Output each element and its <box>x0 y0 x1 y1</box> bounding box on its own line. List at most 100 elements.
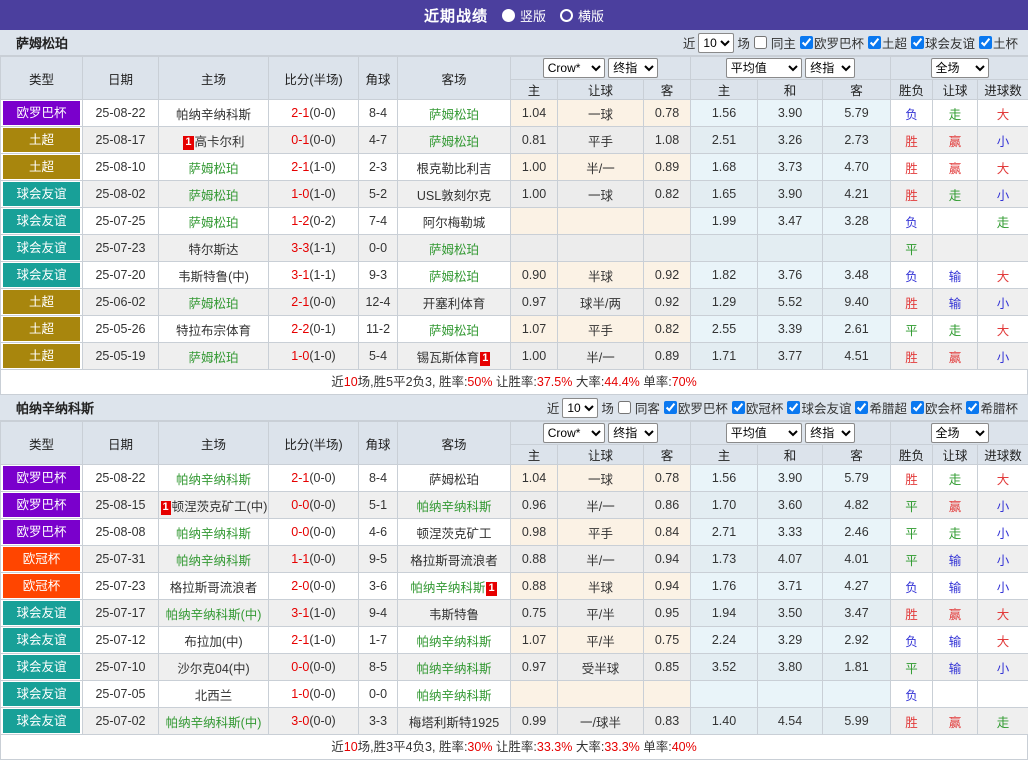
league-badge: 球会友谊 <box>3 209 80 233</box>
score-cell: 1-2(0-2) <box>269 208 359 235</box>
average-select[interactable]: 平均值 <box>726 423 802 443</box>
league-filter-label: 欧罗巴杯 <box>814 33 864 52</box>
odds-company-select[interactable]: Crow* <box>543 423 605 443</box>
radio-unselected-icon[interactable] <box>560 9 573 22</box>
match-row: 球会友谊25-07-20韦斯特鲁(中)3-1(1-1)9-3萨姆松珀0.90半球… <box>1 262 1028 289</box>
result-goals-cell: 走 <box>978 208 1028 235</box>
final-score: 1-2 <box>291 214 309 228</box>
summary: 近10场,胜3平4负3, 胜率:30% 让胜率:33.3% 大率:33.3% 单… <box>0 735 1028 760</box>
result-winloss-cell: 负 <box>891 208 933 235</box>
league-filter[interactable]: 希腊杯 <box>965 398 1018 417</box>
radio-selected-icon[interactable] <box>502 9 515 22</box>
red-card-badge: 1 <box>183 136 193 150</box>
date-cell: 25-07-20 <box>83 262 159 289</box>
view-option-label: 竖版 <box>520 6 546 25</box>
col-header-type: 类型 <box>1 422 83 465</box>
average-odds-cell: 3.48 <box>823 262 891 289</box>
result-handicap-cell: 走 <box>933 181 978 208</box>
matches-body: 欧罗巴杯25-08-22帕纳辛纳科斯2-1(0-0)8-4萨姆松珀1.04一球0… <box>1 100 1028 370</box>
league-type-cell: 球会友谊 <box>1 708 83 735</box>
corner-cell: 8-4 <box>359 465 398 492</box>
league-filter[interactable]: 土超 <box>867 33 907 52</box>
league-type-cell: 土超 <box>1 289 83 316</box>
half-score: (0-0) <box>309 498 335 512</box>
team-name-text: 锡瓦斯体育 <box>417 351 480 365</box>
match-count-select[interactable]: 10 <box>698 33 734 53</box>
league-filter[interactable]: 欧罗巴杯 <box>799 33 864 52</box>
result-goals-cell <box>978 681 1028 708</box>
league-filter[interactable]: 欧会杯 <box>910 398 963 417</box>
match-row: 球会友谊25-08-02萨姆松珀1-0(1-0)5-2USL敦刻尔克1.00一球… <box>1 181 1028 208</box>
away-team-cell: 帕纳辛纳科斯 <box>398 654 511 681</box>
team-name-text: 布拉加(中) <box>184 635 242 649</box>
average-odds-cell: 3.73 <box>758 154 823 181</box>
result-winloss-cell: 平 <box>891 519 933 546</box>
view-option-horizontal[interactable]: 横版 <box>560 6 604 25</box>
league-filter[interactable]: 欧罗巴杯 <box>663 398 728 417</box>
company-odds-cell: 平/半 <box>558 600 644 627</box>
league-checkbox[interactable] <box>855 401 868 414</box>
league-badge: 土超 <box>3 317 80 341</box>
league-checkbox[interactable] <box>732 401 745 414</box>
date-cell: 25-07-05 <box>83 681 159 708</box>
result-handicap-cell: 赢 <box>933 492 978 519</box>
league-filter[interactable]: 欧冠杯 <box>731 398 784 417</box>
corner-cell: 7-4 <box>359 208 398 235</box>
scope-select[interactable]: 全场 <box>931 58 989 78</box>
score-cell: 2-1(1-0) <box>269 154 359 181</box>
match-count-select[interactable]: 10 <box>562 398 598 418</box>
league-filter[interactable]: 球会友谊 <box>786 398 851 417</box>
league-checkbox[interactable] <box>800 36 813 49</box>
league-badge: 欧冠杯 <box>3 574 80 598</box>
average-odds-cell <box>758 681 823 708</box>
average-final-select[interactable]: 终指 <box>805 423 855 443</box>
summary-stat-value: 30% <box>467 740 492 754</box>
league-filter[interactable]: 希腊超 <box>854 398 907 417</box>
average-select[interactable]: 平均值 <box>726 58 802 78</box>
same-venue-checkbox[interactable] <box>754 36 767 49</box>
scope-select[interactable]: 全场 <box>931 423 989 443</box>
match-row: 球会友谊25-07-05北西兰1-0(0-0)0-0帕纳辛纳科斯负 <box>1 681 1028 708</box>
league-filter-label: 希腊杯 <box>980 398 1018 417</box>
league-checkbox[interactable] <box>787 401 800 414</box>
company-odds-cell: 0.75 <box>511 600 558 627</box>
average-odds-cell: 3.80 <box>758 654 823 681</box>
team-name-text: 特拉布宗体育 <box>176 324 251 338</box>
result-goals-cell: 大 <box>978 262 1028 289</box>
odds-final-select[interactable]: 终指 <box>608 423 658 443</box>
near-label: 近 <box>683 33 696 52</box>
match-row: 欧罗巴杯25-08-08帕纳辛纳科斯0-0(0-0)4-6顿涅茨克矿工0.98平… <box>1 519 1028 546</box>
result-goals-cell: 小 <box>978 127 1028 154</box>
team-name-text: 萨姆松珀 <box>429 270 479 284</box>
col-header-away: 客场 <box>398 57 511 100</box>
score-cell: 2-1(0-0) <box>269 465 359 492</box>
result-goals-cell: 小 <box>978 546 1028 573</box>
team-name-text: 帕纳辛纳科斯 <box>176 527 251 541</box>
league-checkbox[interactable] <box>868 36 881 49</box>
company-odds-cell <box>558 208 644 235</box>
team-name-text: 萨姆松珀 <box>188 297 238 311</box>
league-checkbox[interactable] <box>911 401 924 414</box>
odds-final-select[interactable]: 终指 <box>608 58 658 78</box>
same-venue-checkbox[interactable] <box>618 401 631 414</box>
result-goals-cell: 大 <box>978 316 1028 343</box>
league-filter[interactable]: 球会友谊 <box>910 33 975 52</box>
company-odds-cell: 1.08 <box>644 127 691 154</box>
away-team-cell: 帕纳辛纳科斯 <box>398 492 511 519</box>
league-checkbox[interactable] <box>966 401 979 414</box>
average-odds-cell <box>758 235 823 262</box>
average-odds-cell: 1.56 <box>691 465 758 492</box>
league-checkbox[interactable] <box>911 36 924 49</box>
average-odds-cell: 3.90 <box>758 100 823 127</box>
average-odds-cell: 4.27 <box>823 573 891 600</box>
view-option-vertical[interactable]: 竖版 <box>502 6 546 25</box>
league-filter[interactable]: 土杯 <box>978 33 1018 52</box>
odds-company-select[interactable]: Crow* <box>543 58 605 78</box>
league-checkbox[interactable] <box>979 36 992 49</box>
team-name-text: 格拉斯哥流浪者 <box>170 581 258 595</box>
average-final-select[interactable]: 终指 <box>805 58 855 78</box>
average-odds-cell: 3.39 <box>758 316 823 343</box>
away-team-cell: 阿尔梅勒城 <box>398 208 511 235</box>
league-checkbox[interactable] <box>664 401 677 414</box>
team-name-text: 顿涅茨克矿工 <box>416 527 491 541</box>
